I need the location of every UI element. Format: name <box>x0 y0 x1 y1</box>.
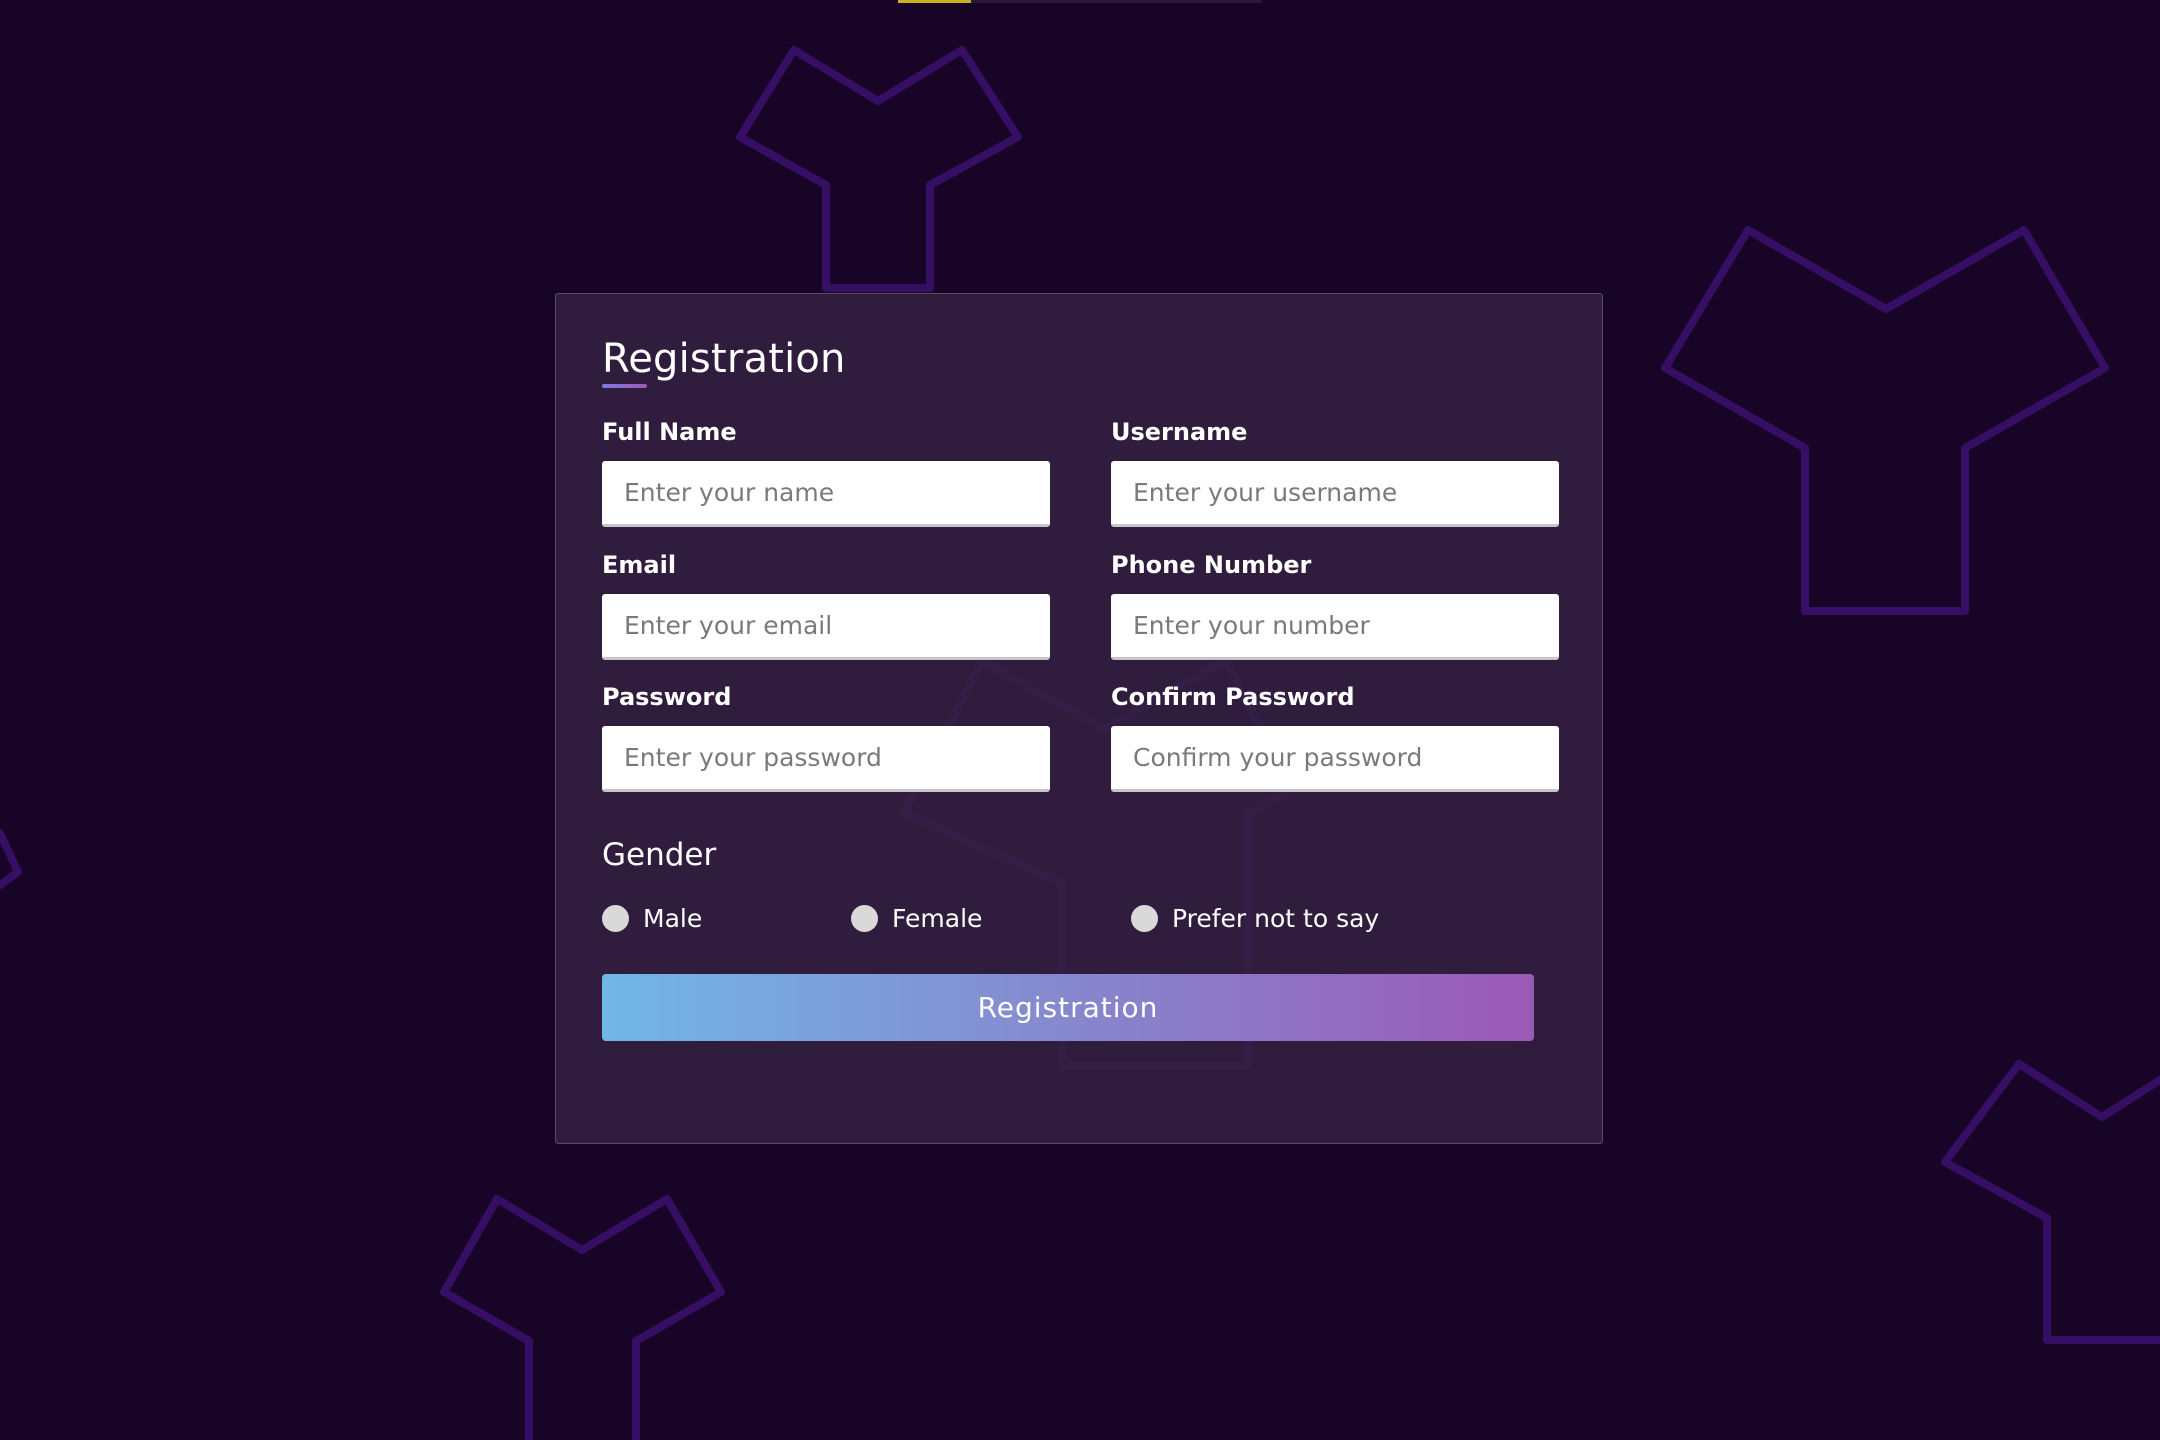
gender-option-female[interactable]: Female <box>851 903 982 933</box>
registration-form: Registration Full Name Username Email Ph… <box>555 293 1603 1144</box>
page: Registration Full Name Username Email Ph… <box>0 0 2160 1440</box>
top-progress-fill <box>898 0 971 3</box>
radio-button[interactable] <box>851 904 878 932</box>
confirm-password-input[interactable] <box>1111 726 1559 792</box>
gender-option-prefer-not-to-say[interactable]: Prefer not to say <box>1131 903 1379 933</box>
radio-button[interactable] <box>602 904 629 932</box>
radio-label: Male <box>643 903 703 933</box>
y-shape-right <box>1661 226 2109 615</box>
gender-option-male[interactable]: Male <box>602 903 702 933</box>
y-shape-left-edge <box>0 828 22 890</box>
username-input[interactable] <box>1111 461 1559 527</box>
email-label: Email <box>602 551 677 579</box>
username-label: Username <box>1111 418 1248 446</box>
y-shape-bottom-right <box>1941 1060 2160 1344</box>
radio-label: Prefer not to say <box>1172 903 1380 933</box>
password-input[interactable] <box>602 726 1050 792</box>
registration-submit-button[interactable]: Registration <box>602 974 1534 1041</box>
y-shape-bottom-left <box>440 1195 725 1440</box>
y-shape-top <box>736 46 1022 292</box>
top-progress-bar <box>898 0 1262 3</box>
phone-number-input[interactable] <box>1111 594 1559 660</box>
gender-title: Gender <box>602 837 717 873</box>
form-title: Registration <box>602 336 846 382</box>
full-name-label: Full Name <box>602 418 737 446</box>
radio-button[interactable] <box>1131 904 1158 932</box>
email-input[interactable] <box>602 594 1050 660</box>
confirm-password-label: Confirm Password <box>1111 683 1355 711</box>
phone-number-label: Phone Number <box>1111 551 1312 579</box>
title-underline <box>602 384 647 388</box>
password-label: Password <box>602 683 732 711</box>
radio-label: Female <box>892 903 983 933</box>
full-name-input[interactable] <box>602 461 1050 527</box>
